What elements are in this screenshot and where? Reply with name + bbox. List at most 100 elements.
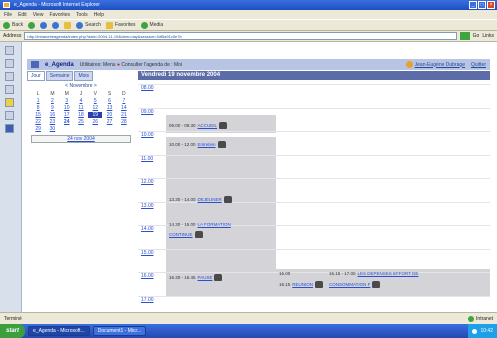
sidebar-icon-7[interactable] bbox=[5, 124, 14, 133]
calendar-day[interactable]: 25 bbox=[74, 119, 88, 125]
favorites-button[interactable]: Favorites bbox=[105, 21, 136, 29]
calendar-day[interactable]: 15 bbox=[31, 112, 45, 118]
menu-favorites[interactable]: Favorites bbox=[49, 12, 70, 18]
hour-label[interactable]: 17.00 bbox=[141, 297, 154, 303]
hour-label[interactable]: 11.00 bbox=[141, 156, 153, 162]
consult-agenda-link[interactable]: Consulter l'agenda de : Moi bbox=[121, 62, 182, 68]
event-item[interactable]: 16.15 - 17.00 LES DEPENSES EFFORT DE bbox=[329, 271, 418, 276]
forward-button[interactable] bbox=[28, 21, 36, 29]
menu-help[interactable]: Help bbox=[94, 12, 104, 18]
address-input[interactable]: http://intranet/eagenda/index.php?date=2… bbox=[24, 32, 457, 40]
calendar-day[interactable]: 17 bbox=[60, 112, 74, 118]
event-item[interactable]: 16.30 - 16.45 PAUSE bbox=[169, 274, 223, 281]
stop-button[interactable] bbox=[40, 21, 48, 29]
links-label[interactable]: Links bbox=[482, 33, 494, 39]
calendar-day[interactable]: 24 bbox=[60, 119, 74, 125]
calendar-day[interactable]: 28 bbox=[117, 119, 131, 125]
calendar-day[interactable]: 16 bbox=[45, 112, 59, 118]
media-button[interactable]: Media bbox=[140, 21, 163, 29]
calendar-day[interactable]: 20 bbox=[102, 112, 116, 118]
tab-month[interactable]: Mois bbox=[74, 71, 94, 81]
calendar-day[interactable]: 21 bbox=[117, 112, 131, 118]
calendar-day[interactable]: 8 bbox=[31, 105, 45, 111]
tray-network-icon[interactable] bbox=[472, 328, 478, 334]
go-label[interactable]: Go bbox=[473, 33, 480, 39]
calendar-day[interactable]: 19 bbox=[88, 112, 103, 118]
calendar-day[interactable]: 10 bbox=[60, 105, 74, 111]
taskbar-item-ie[interactable]: e_Agenda - Microsoft... bbox=[28, 326, 90, 336]
calendar-day[interactable]: 1 bbox=[31, 98, 45, 104]
calendar-day[interactable]: 5 bbox=[88, 98, 102, 104]
quit-link[interactable]: Quitter bbox=[471, 62, 486, 68]
tab-week[interactable]: Semaine bbox=[45, 71, 74, 81]
sidebar-icon-6[interactable] bbox=[5, 111, 14, 120]
event-link[interactable]: CONTINUE bbox=[169, 232, 193, 237]
calendar-day[interactable]: 26 bbox=[88, 119, 102, 125]
calendar-day[interactable]: 3 bbox=[60, 98, 74, 104]
utilities-menu-link[interactable]: Utilitaires: Menu bbox=[80, 62, 116, 68]
calendar-day[interactable]: 14 bbox=[117, 105, 131, 111]
hour-label[interactable]: 15.00 bbox=[141, 250, 154, 256]
hour-label[interactable]: 10.00 bbox=[141, 132, 154, 138]
home-button[interactable] bbox=[64, 21, 72, 29]
calendar-day[interactable]: 6 bbox=[102, 98, 116, 104]
calendar-day[interactable]: 7 bbox=[117, 98, 131, 104]
search-button[interactable]: Search bbox=[76, 21, 101, 29]
user-link[interactable]: Jean-Eugène Dubrage bbox=[405, 61, 465, 68]
event-link[interactable]: PAUSE bbox=[198, 275, 213, 280]
calendar-day[interactable]: 30 bbox=[45, 126, 59, 132]
tab-day[interactable]: Jour bbox=[27, 71, 45, 81]
today-link[interactable]: 24 nov 2004 bbox=[31, 135, 131, 143]
menu-view[interactable]: View bbox=[33, 12, 44, 18]
event-link[interactable]: ACCUEIL bbox=[198, 123, 218, 128]
calendar-day[interactable]: 2 bbox=[45, 98, 59, 104]
event-link[interactable]: LA FORMATION bbox=[198, 222, 231, 227]
menu-tools[interactable]: Tools bbox=[76, 12, 88, 18]
event-link[interactable]: DEJEUNER bbox=[198, 197, 222, 202]
event-item[interactable]: 09.00 - 09.30 ACCUEIL bbox=[169, 122, 228, 129]
hour-label[interactable]: 08.00 bbox=[141, 85, 154, 91]
calendar-day[interactable]: 4 bbox=[74, 98, 88, 104]
event-item[interactable]: 16.15 REUNION bbox=[279, 281, 324, 288]
event-link[interactable]: CONSOMMATION F bbox=[329, 282, 370, 287]
event-item[interactable]: CONSOMMATION F bbox=[329, 281, 381, 288]
event-link[interactable]: LES DEPENSES EFFORT DE bbox=[358, 271, 419, 276]
menu-edit[interactable]: Edit bbox=[18, 12, 27, 18]
hour-label[interactable]: 16.00 bbox=[141, 273, 154, 279]
event-link[interactable]: REUNION bbox=[292, 282, 313, 287]
calendar-day[interactable]: 13 bbox=[102, 105, 116, 111]
event-item[interactable]: 16.00 bbox=[279, 271, 290, 276]
sidebar-icon-3[interactable] bbox=[5, 72, 14, 81]
calendar-day[interactable]: 23 bbox=[45, 119, 59, 125]
hour-label[interactable]: 09.00 bbox=[141, 109, 154, 115]
refresh-button[interactable] bbox=[52, 21, 60, 29]
menu-file[interactable]: File bbox=[4, 12, 12, 18]
event-item[interactable]: CONTINUE bbox=[169, 231, 203, 238]
month-navigation[interactable]: < Novembre > bbox=[27, 83, 135, 89]
event-link[interactable]: Entretien bbox=[198, 142, 216, 147]
sidebar-icon-1[interactable] bbox=[5, 46, 14, 55]
back-button[interactable]: Back bbox=[3, 21, 23, 29]
event-item[interactable]: 10.00 - 12.00 Entretien bbox=[169, 141, 226, 148]
calendar-day[interactable]: 9 bbox=[45, 105, 59, 111]
event-item[interactable]: 13.30 - 14.00 DEJEUNER bbox=[169, 196, 232, 203]
maximize-icon[interactable]: □ bbox=[478, 1, 486, 9]
calendar-day[interactable]: 22 bbox=[31, 119, 45, 125]
minimize-icon[interactable]: _ bbox=[469, 1, 477, 9]
calendar-day[interactable]: 18 bbox=[74, 112, 88, 118]
close-icon[interactable]: × bbox=[487, 1, 495, 9]
event-item[interactable]: 14.30 - 15.00 LA FORMATION bbox=[169, 222, 231, 227]
taskbar-item-word[interactable]: Document1 - Micr... bbox=[92, 326, 147, 336]
calendar-day[interactable]: 12 bbox=[88, 105, 102, 111]
sidebar-icon-4[interactable] bbox=[5, 85, 14, 94]
hour-label[interactable]: 13.00 bbox=[141, 203, 154, 209]
sidebar-icon-2[interactable] bbox=[5, 59, 14, 68]
start-button[interactable]: start bbox=[0, 324, 26, 338]
calendar-day[interactable]: 27 bbox=[102, 119, 116, 125]
calendar-day[interactable]: 11 bbox=[74, 105, 88, 111]
go-button[interactable] bbox=[459, 32, 470, 40]
sidebar-icon-5[interactable] bbox=[5, 98, 14, 107]
calendar-day[interactable]: 29 bbox=[31, 126, 45, 132]
hour-label[interactable]: 14.00 bbox=[141, 226, 154, 232]
hour-label[interactable]: 12.00 bbox=[141, 179, 154, 185]
